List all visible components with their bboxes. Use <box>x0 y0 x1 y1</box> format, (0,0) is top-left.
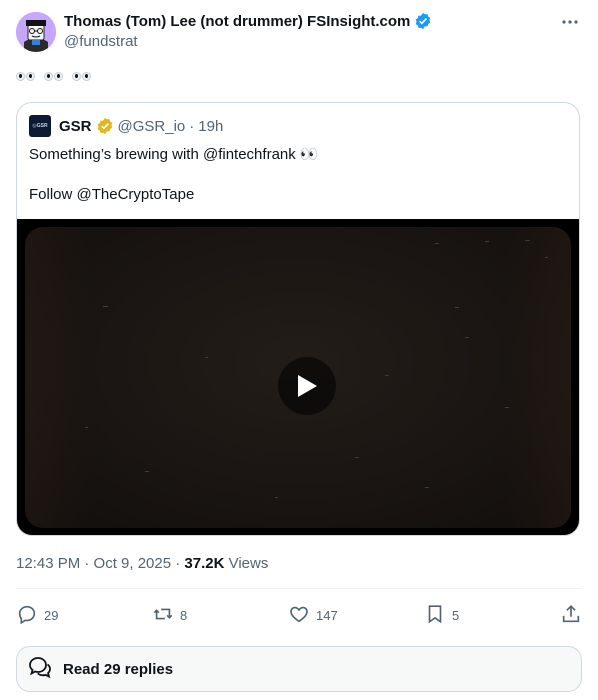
bookmark-icon <box>424 603 446 628</box>
quoted-text-line-1: Something’s brewing with @fintechfrank 👀 <box>29 146 319 163</box>
share-icon <box>560 603 582 628</box>
tweet-text <box>16 68 95 85</box>
views-count: 37.2K <box>184 555 225 572</box>
quoted-handle[interactable]: @GSR_io <box>118 118 186 135</box>
tweet-meta: 12:43 PM · Oct 9, 2025 · 37.2K Views <box>16 555 268 572</box>
eyes-emoji-icon <box>16 72 35 81</box>
heart-icon <box>288 603 310 628</box>
reply-icon <box>16 603 38 628</box>
views-label: Views <box>224 555 269 572</box>
author-avatar[interactable] <box>16 12 56 52</box>
reply-button[interactable]: 29 <box>16 603 76 628</box>
eyes-emoji-icon <box>44 72 64 81</box>
share-button[interactable] <box>560 603 582 628</box>
quoted-name[interactable]: GSR <box>59 118 92 135</box>
eyes-emoji-icon <box>72 72 92 81</box>
tweet-header: Thomas (Tom) Lee (not drummer) FSInsight… <box>16 10 582 60</box>
action-bar: 29 8 147 5 <box>16 595 582 635</box>
separator-dot: · <box>189 117 195 135</box>
quoted-avatar[interactable]: ◎GSR <box>29 115 51 137</box>
bookmark-count: 5 <box>452 607 460 623</box>
verified-badge-icon <box>414 12 432 30</box>
repost-icon <box>152 603 174 628</box>
author-handle[interactable]: @fundstrat <box>64 33 138 50</box>
bookmark-button[interactable]: 5 <box>424 603 484 628</box>
repost-button[interactable]: 8 <box>152 603 212 628</box>
quoted-tweet[interactable]: ◎GSR GSR @GSR_io · 19h Something’s brewi… <box>16 102 580 536</box>
timestamp[interactable]: 12:43 PM · Oct 9, 2025 · <box>16 555 184 572</box>
chat-bubbles-icon <box>27 654 53 685</box>
more-options-icon[interactable] <box>558 10 582 34</box>
video-frame <box>25 227 571 528</box>
quoted-text-line-2: Follow @TheCryptoTape <box>29 186 195 203</box>
quoted-time[interactable]: 19h <box>198 118 223 135</box>
divider <box>16 588 582 589</box>
like-count: 147 <box>316 607 338 623</box>
author-name[interactable]: Thomas (Tom) Lee (not drummer) FSInsight… <box>64 13 410 30</box>
play-button[interactable] <box>278 357 336 415</box>
verified-gold-badge-icon <box>96 117 114 135</box>
video-player[interactable] <box>17 219 579 535</box>
read-replies-button[interactable]: Read 29 replies <box>16 646 582 692</box>
like-button[interactable]: 147 <box>288 603 348 628</box>
read-replies-label: Read 29 replies <box>63 660 174 678</box>
repost-count: 8 <box>180 607 188 623</box>
reply-count: 29 <box>44 607 59 623</box>
